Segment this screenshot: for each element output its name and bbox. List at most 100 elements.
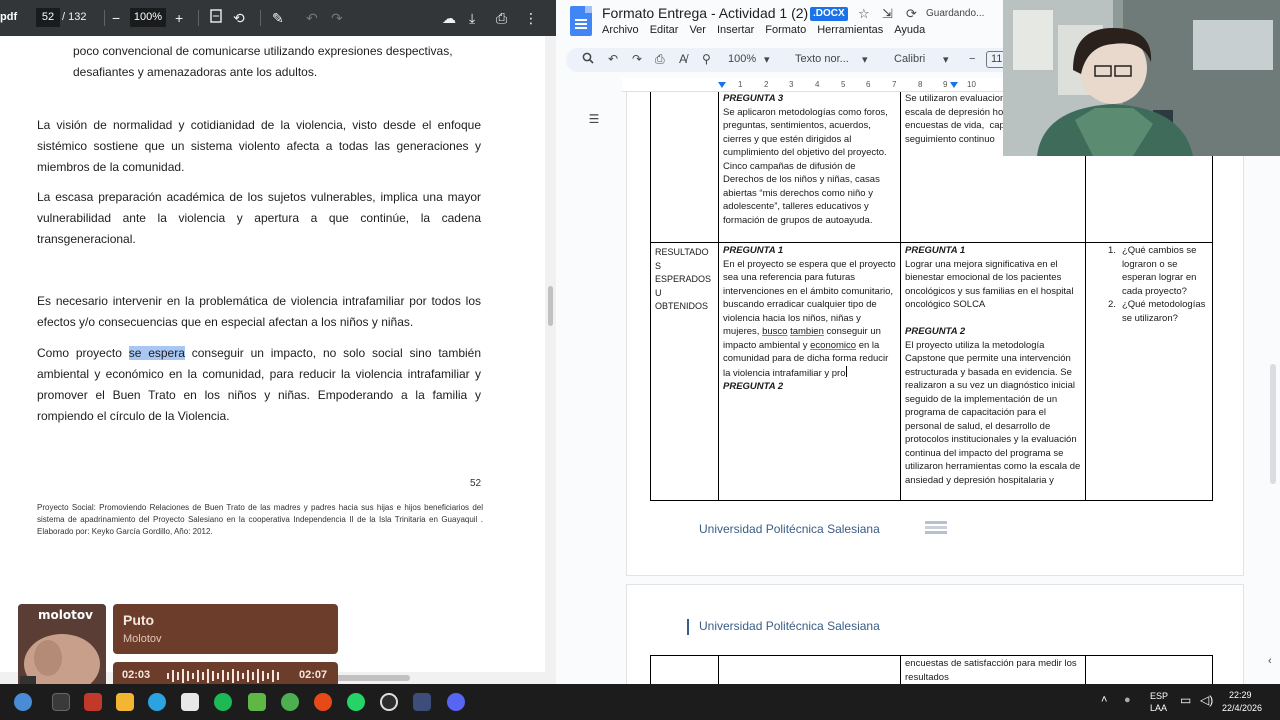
clock-date[interactable]: 22/4/2026 bbox=[1222, 703, 1262, 713]
volume-icon[interactable]: ◁) bbox=[1200, 693, 1213, 707]
table-cell[interactable]: 1. ¿Qué cambios se lograron o se esperan… bbox=[1085, 242, 1213, 501]
indent-marker[interactable] bbox=[950, 82, 958, 88]
table-cell[interactable] bbox=[718, 655, 901, 684]
text-selection-highlight[interactable]: se espera bbox=[128, 346, 185, 360]
search-icon[interactable] bbox=[582, 52, 594, 67]
zoom-out-icon[interactable]: − bbox=[112, 8, 120, 28]
folder-icon[interactable] bbox=[116, 693, 134, 711]
docs-logo-icon[interactable] bbox=[570, 6, 592, 36]
pdf-paragraph-4: Como proyecto se espera conseguir un imp… bbox=[37, 343, 481, 427]
menu-herramientas[interactable]: Herramientas bbox=[817, 24, 883, 36]
edge-icon[interactable] bbox=[148, 693, 166, 711]
waveform-progress[interactable] bbox=[165, 668, 285, 684]
cloud-save-icon[interactable]: ☁ bbox=[442, 8, 456, 28]
download-icon[interactable]: ⤓ bbox=[469, 8, 475, 28]
discord-icon[interactable] bbox=[447, 693, 465, 711]
font-dropdown[interactable]: Calibri bbox=[894, 53, 925, 65]
print-icon[interactable]: ⎙ bbox=[496, 8, 507, 28]
document-title[interactable]: Formato Entrega - Actividad 1 (2) bbox=[602, 5, 808, 21]
chevron-down-icon[interactable]: ▾ bbox=[764, 53, 770, 66]
print-icon[interactable]: ⎙ bbox=[655, 52, 665, 67]
docs-vertical-scrollbar[interactable] bbox=[1266, 92, 1280, 684]
spelling-underline[interactable]: economico bbox=[810, 340, 856, 351]
chevron-down-icon[interactable]: ▾ bbox=[862, 53, 868, 66]
document-outline-icon[interactable]: ☰ bbox=[584, 112, 604, 126]
star-icon[interactable]: ☆ bbox=[858, 6, 870, 22]
table-cell[interactable] bbox=[650, 655, 719, 684]
app-icon[interactable] bbox=[84, 693, 102, 711]
microphone-icon[interactable]: ● bbox=[1124, 694, 1131, 706]
table-cell[interactable] bbox=[650, 92, 719, 243]
move-folder-icon[interactable]: ⇲ bbox=[882, 6, 893, 22]
spelling-underline[interactable]: busco bbox=[762, 326, 787, 337]
question-heading: PREGUNTA 3 bbox=[723, 93, 784, 104]
app-icon[interactable] bbox=[413, 693, 431, 711]
language-line1[interactable]: ESP bbox=[1150, 691, 1168, 701]
track-duration: 02:07 bbox=[299, 669, 328, 681]
menu-archivo[interactable]: Archivo bbox=[602, 24, 639, 36]
pdf-vertical-scrollbar[interactable] bbox=[545, 36, 556, 684]
screen: pdf 52 / 132 − 100% + ⟲ ✎ ↶ ↷ ☁ ⤓ ⎙ ⋮ po… bbox=[0, 0, 1280, 720]
rotate-icon[interactable]: ⟲ bbox=[233, 8, 245, 28]
pdf-viewer: pdf 52 / 132 − 100% + ⟲ ✎ ↶ ↷ ☁ ⤓ ⎙ ⋮ po… bbox=[0, 0, 556, 684]
undo-icon[interactable]: ↶ bbox=[608, 52, 618, 66]
start-icon[interactable] bbox=[14, 693, 32, 711]
spelling-underline[interactable]: tambien bbox=[790, 326, 824, 337]
clock-time[interactable]: 22:29 bbox=[1229, 690, 1252, 700]
style-dropdown[interactable]: Texto nor... bbox=[795, 53, 849, 65]
pdf-text-run: Como proyecto bbox=[37, 346, 129, 360]
scroll-thumb[interactable] bbox=[548, 286, 553, 326]
scroll-thumb[interactable] bbox=[1270, 364, 1276, 484]
pdf-footnote: Proyecto Social: Promoviendo Relaciones … bbox=[37, 503, 483, 536]
store-icon[interactable] bbox=[181, 693, 199, 711]
more-options-icon[interactable]: ⋮ bbox=[524, 8, 538, 28]
table-cell[interactable] bbox=[1085, 655, 1213, 684]
question-heading: PREGUNTA 2 bbox=[905, 326, 966, 337]
decrease-font-icon[interactable]: − bbox=[969, 53, 975, 65]
chrome-icon[interactable] bbox=[281, 693, 299, 711]
pdf-paragraph-1: La visión de normalidad y cotidianidad d… bbox=[37, 118, 481, 174]
paint-format-icon[interactable]: ⚲ bbox=[702, 52, 711, 66]
network-icon[interactable]: ▭ bbox=[1180, 693, 1191, 707]
divider bbox=[198, 10, 199, 26]
cell-text[interactable]: En el proyecto se espera que el proyecto… bbox=[723, 258, 896, 381]
obs-icon[interactable] bbox=[380, 693, 398, 711]
table-cell[interactable]: PREGUNTA 1 Lograr una mejora significati… bbox=[900, 242, 1086, 501]
now-playing-card[interactable]: Puto Molotov bbox=[113, 604, 338, 654]
sync-icon[interactable]: ⟳ bbox=[906, 6, 917, 22]
row-label-cell[interactable]: RESULTADO S ESPERADOS U OBTENIDOS bbox=[650, 242, 719, 501]
zoom-level[interactable]: 100% bbox=[130, 8, 166, 27]
menu-ayuda[interactable]: Ayuda bbox=[894, 24, 925, 36]
menu-formato[interactable]: Formato bbox=[765, 24, 806, 36]
whatsapp-icon[interactable] bbox=[347, 693, 365, 711]
indent-marker[interactable] bbox=[718, 82, 726, 88]
redo-icon[interactable]: ↷ bbox=[331, 8, 343, 28]
minecraft-icon[interactable] bbox=[248, 693, 266, 711]
table-cell-active[interactable]: PREGUNTA 1 En el proyecto se espera que … bbox=[718, 242, 901, 501]
annotate-icon[interactable]: ✎ bbox=[272, 8, 284, 28]
browser-icon[interactable] bbox=[314, 693, 332, 711]
zoom-in-icon[interactable]: + bbox=[175, 8, 183, 28]
ruler-number: 9 bbox=[943, 80, 948, 89]
undo-icon[interactable]: ↶ bbox=[306, 8, 318, 28]
menu-ver[interactable]: Ver bbox=[689, 24, 706, 36]
chevron-up-icon[interactable]: ˄ bbox=[1101, 694, 1107, 706]
chevron-down-icon[interactable]: ▾ bbox=[943, 53, 949, 66]
table-cell[interactable]: PREGUNTA 3 Se aplicaron metodologías com… bbox=[718, 92, 901, 243]
page-number-input[interactable]: 52 bbox=[36, 8, 60, 27]
spellcheck-icon[interactable]: A̸ bbox=[679, 52, 687, 66]
menu-editar[interactable]: Editar bbox=[650, 24, 679, 36]
table-cell[interactable]: encuestas de satisfacción para medir los… bbox=[900, 655, 1086, 684]
menu-insertar[interactable]: Insertar bbox=[717, 24, 754, 36]
zoom-dropdown[interactable]: 100% bbox=[728, 53, 756, 65]
search-icon[interactable] bbox=[52, 693, 70, 711]
fit-page-icon[interactable] bbox=[210, 8, 222, 28]
collapse-side-panel-icon[interactable]: ‹ bbox=[1268, 655, 1272, 667]
menu-bar: Archivo Editar Ver Insertar Formato Herr… bbox=[602, 24, 925, 36]
spotify-icon[interactable] bbox=[214, 693, 232, 711]
pdf-toolbar: pdf 52 / 132 − 100% + ⟲ ✎ ↶ ↷ ☁ ⤓ ⎙ ⋮ bbox=[0, 0, 556, 36]
pdf-title: pdf bbox=[0, 11, 18, 23]
language-line2[interactable]: LAA bbox=[1150, 703, 1167, 713]
redo-icon[interactable]: ↷ bbox=[632, 52, 642, 66]
